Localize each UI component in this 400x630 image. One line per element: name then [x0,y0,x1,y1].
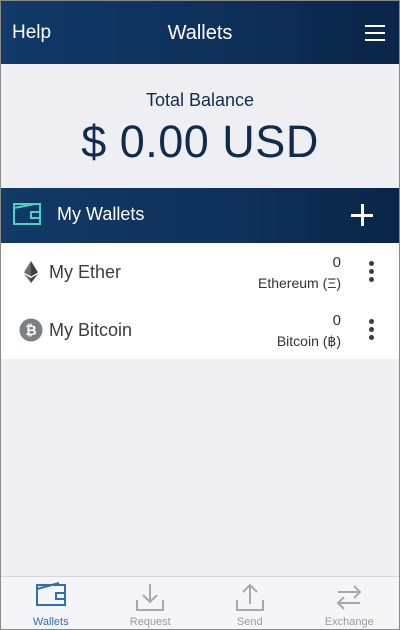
hamburger-menu-icon[interactable] [365,25,385,41]
bitcoin-icon: ₿ [19,318,43,342]
wallet-icon [13,203,41,225]
bottom-nav: Wallets Request Send Exchange [1,576,399,629]
wallet-name: My Ether [49,262,122,282]
my-wallets-header: My Wallets [1,188,399,243]
ethereum-icon [24,261,38,283]
more-options-icon[interactable] [367,319,375,341]
my-wallets-title: My Wallets [57,204,145,224]
wallet-currency: Bitcoin (฿) [276,333,341,349]
more-options-icon[interactable] [367,261,375,283]
wallet-row-bitcoin[interactable]: ₿ My Bitcoin 0 Bitcoin (฿) [1,301,399,359]
total-balance-label: Total Balance [145,90,255,110]
wallet-icon [35,582,66,606]
wallet-row-ether[interactable]: My Ether 0 Ethereum (Ξ) [1,243,399,301]
top-bar: Help Wallets [1,1,399,64]
wallet-name: My Bitcoin [49,320,133,340]
nav-label: Wallets [32,616,69,628]
balance-panel: Total Balance $ 0.00 USD [1,64,399,188]
nav-exchange[interactable]: Exchange [300,577,400,629]
app-frame: Help Wallets Total Balance $ 0.00 USD My… [0,0,400,630]
wallet-balance: 0 [332,312,341,329]
exchange-arrows-icon [336,585,362,610]
wallet-list: My Ether 0 Ethereum (Ξ) ₿ My Bitcoin 0 B… [1,243,399,359]
upload-icon [235,583,264,611]
wallet-currency: Ethereum (Ξ) [257,275,341,291]
nav-wallets[interactable]: Wallets [1,577,101,629]
page-title: Wallets [167,22,233,44]
nav-label: Request [129,616,171,628]
wallet-balance: 0 [332,254,341,271]
svg-text:₿: ₿ [25,323,36,339]
nav-label: Send [236,616,263,628]
add-wallet-button[interactable] [351,204,373,226]
nav-label: Exchange [324,616,374,628]
total-balance-amount: $ 0.00 USD [81,116,319,167]
download-icon [136,584,165,611]
nav-send[interactable]: Send [200,577,300,629]
nav-request[interactable]: Request [101,577,201,629]
